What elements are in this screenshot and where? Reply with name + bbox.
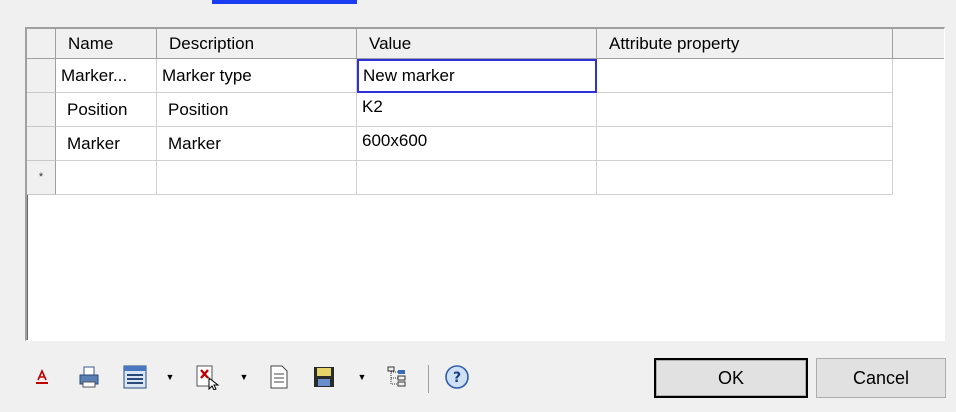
new-row-cell[interactable]	[357, 161, 597, 195]
save-icon[interactable]	[310, 357, 338, 397]
new-row-cell[interactable]	[157, 161, 357, 195]
delete-dropdown-caret-icon[interactable]: ▼	[238, 357, 250, 397]
layout-icon[interactable]	[120, 357, 150, 397]
document-icon[interactable]	[266, 357, 292, 397]
ok-button[interactable]: OK	[654, 358, 808, 398]
save-dropdown-caret-icon[interactable]: ▼	[356, 357, 368, 397]
link-underline[interactable]	[212, 0, 357, 4]
attributes-grid[interactable]: Name Description Value Attribute propert…	[25, 27, 945, 341]
cell-name[interactable]: Marker	[56, 127, 157, 161]
help-icon[interactable]: ?	[442, 357, 472, 397]
cell-value-editing[interactable]: New marker	[357, 59, 597, 93]
cell-description[interactable]: Position	[157, 93, 357, 127]
tree-icon[interactable]	[384, 357, 410, 397]
cell-attribute[interactable]	[597, 93, 893, 127]
column-header-description[interactable]: Description	[157, 29, 357, 59]
delete-icon[interactable]	[192, 357, 222, 397]
new-row-header[interactable]: *	[27, 161, 56, 195]
column-header-value[interactable]: Value	[357, 29, 597, 59]
cell-name[interactable]: Position	[56, 93, 157, 127]
row-header[interactable]	[27, 59, 56, 93]
new-row-cell[interactable]	[56, 161, 157, 195]
print-icon[interactable]	[74, 357, 104, 397]
cancel-button[interactable]: Cancel	[816, 358, 946, 398]
column-header-filler	[893, 29, 944, 59]
row-header[interactable]	[27, 93, 56, 127]
cell-value[interactable]: K2	[357, 93, 597, 127]
column-header-name[interactable]: Name	[56, 29, 157, 59]
grid-corner-header	[27, 29, 56, 59]
font-color-icon[interactable]	[30, 357, 54, 397]
cell-attribute[interactable]	[597, 59, 893, 93]
column-header-attribute-property[interactable]: Attribute property	[597, 29, 893, 59]
row-header[interactable]	[27, 127, 56, 161]
new-row-cell[interactable]	[597, 161, 893, 195]
cell-value[interactable]: 600x600	[357, 127, 597, 161]
svg-text:?: ?	[453, 370, 461, 386]
cell-description[interactable]: Marker	[157, 127, 357, 161]
layout-dropdown-caret-icon[interactable]: ▼	[164, 357, 176, 397]
cell-name[interactable]: Marker...	[56, 59, 157, 93]
toolbar-separator	[428, 365, 429, 393]
cell-attribute[interactable]	[597, 127, 893, 161]
cell-description[interactable]: Marker type	[157, 59, 357, 93]
